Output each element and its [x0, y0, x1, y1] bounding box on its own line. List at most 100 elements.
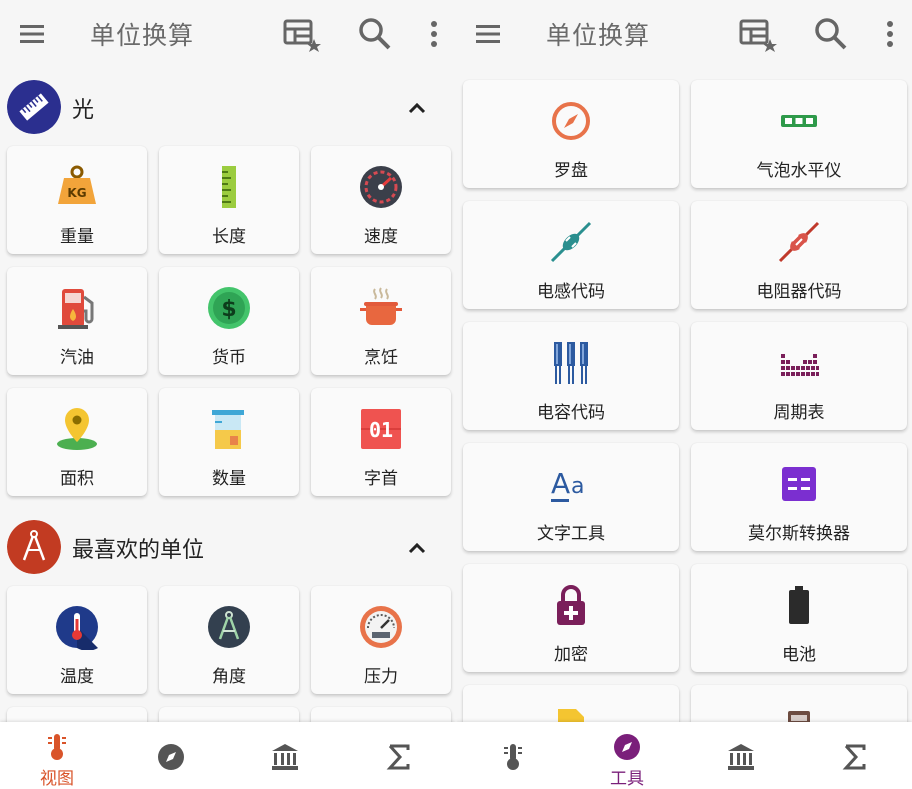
search-icon[interactable]: [813, 16, 849, 52]
tool-tile-morse[interactable]: 莫尔斯转换器: [691, 443, 907, 551]
tile-label: 货币: [212, 348, 246, 368]
tile-label: 电感代码: [537, 282, 605, 302]
unit-tile-angle[interactable]: 角度: [159, 586, 299, 694]
fuel-pump-icon: [58, 289, 94, 329]
tool-tile-compass[interactable]: 罗盘: [463, 80, 679, 188]
nav-item-bank[interactable]: [228, 722, 342, 789]
nav-item-view[interactable]: 视图: [0, 722, 114, 789]
svg-text:$: $: [221, 297, 236, 322]
search-icon[interactable]: [357, 16, 393, 52]
ruler-icon: [222, 166, 236, 208]
bottom-navigation: 视图: [0, 722, 456, 789]
bank-nav-icon: [728, 744, 754, 770]
unit-tile-quantity[interactable]: 数量: [159, 388, 299, 496]
tile-label: 文字工具: [537, 524, 605, 544]
tool-tile-inductor[interactable]: 电感代码: [463, 201, 679, 309]
tile-label: 数量: [212, 469, 246, 489]
chevron-up-icon[interactable]: [405, 96, 429, 120]
unit-tile-cooking[interactable]: 烹饪: [311, 267, 451, 375]
morse-icon: [782, 467, 816, 501]
thermometer-nav-icon: [504, 744, 522, 770]
nav-item-tools[interactable]: 工具: [570, 722, 684, 789]
section-header-light[interactable]: 光: [0, 80, 456, 136]
left-screen: 单位换算 光 KG 重量 长度 速度 汽油 $ 货币 烹饪 面积 数量 01 字…: [0, 0, 456, 789]
tool-tile-bubble-level[interactable]: 气泡水平仪: [691, 80, 907, 188]
menu-icon[interactable]: [474, 20, 502, 48]
unit-tile-fuel[interactable]: 汽油: [7, 267, 147, 375]
unit-tile-currency[interactable]: $ 货币: [159, 267, 299, 375]
tile-label: 速度: [364, 227, 398, 247]
tile-label: 气泡水平仪: [756, 161, 842, 181]
compass-nav-icon: [158, 744, 184, 770]
nav-item-sigma[interactable]: [798, 722, 912, 789]
inductor-icon: [550, 221, 592, 263]
nav-item-tools[interactable]: [114, 722, 228, 789]
tile-label: 面积: [60, 469, 94, 489]
ruler-badge-icon: [7, 80, 61, 134]
nav-item-view[interactable]: [456, 722, 570, 789]
periodic-table-icon: [781, 354, 819, 376]
tool-tile-encryption[interactable]: 加密: [463, 564, 679, 672]
tile-label: 压力: [364, 667, 398, 687]
bubble-level-icon: [781, 115, 817, 127]
compass-nav-icon: [614, 734, 640, 760]
battery-icon: [789, 586, 809, 624]
tool-tile-battery[interactable]: 电池: [691, 564, 907, 672]
more-options-icon[interactable]: [880, 18, 900, 50]
pressure-gauge-icon: [360, 606, 402, 648]
svg-text:A: A: [551, 467, 570, 500]
chevron-up-icon[interactable]: [405, 536, 429, 560]
compass-icon: [552, 102, 590, 140]
tool-tile-resistor[interactable]: 电阻器代码: [691, 201, 907, 309]
nav-item-sigma[interactable]: [342, 722, 456, 789]
tile-label: 电阻器代码: [756, 282, 842, 302]
cooking-pot-icon: [360, 287, 402, 325]
tile-label: 字首: [364, 469, 398, 489]
nav-item-bank[interactable]: [684, 722, 798, 789]
tile-label: 罗盘: [554, 161, 588, 181]
app-bar: 单位换算: [456, 0, 912, 68]
resistor-icon: [778, 221, 820, 263]
favorites-grid-icon[interactable]: [738, 17, 778, 53]
unit-tile-weight[interactable]: KG 重量: [7, 146, 147, 254]
section-title: 最喜欢的单位: [72, 538, 205, 563]
unit-tile-prefix[interactable]: 01 字首: [311, 388, 451, 496]
unit-tile-temperature[interactable]: 温度: [7, 586, 147, 694]
section-header-favorites[interactable]: 最喜欢的单位: [0, 520, 456, 576]
compass-drafting-icon: [208, 606, 250, 648]
tool-tile-text-tools[interactable]: A a 文字工具: [463, 443, 679, 551]
tile-label: 长度: [212, 227, 246, 247]
bottom-navigation: 工具: [456, 722, 912, 789]
section-title: 光: [72, 98, 95, 123]
tile-label: 汽油: [60, 348, 94, 368]
tile-label: 烹饪: [364, 348, 398, 368]
sigma-nav-icon: [842, 744, 866, 770]
weight-icon: KG: [58, 165, 96, 204]
drafting-compass-badge-icon: [7, 520, 61, 574]
sigma-nav-icon: [386, 744, 410, 770]
nav-label: 视图: [40, 769, 74, 789]
tool-tile-periodic-table[interactable]: 周期表: [691, 322, 907, 430]
menu-icon[interactable]: [18, 20, 46, 48]
tile-label: 周期表: [773, 403, 825, 423]
unit-tile-speed[interactable]: 速度: [311, 146, 451, 254]
tile-label: 加密: [554, 645, 588, 665]
tile-label: 温度: [60, 667, 94, 687]
app-bar: 单位换算: [0, 0, 456, 68]
tile-label: 莫尔斯转换器: [748, 524, 850, 544]
app-title: 单位换算: [546, 21, 651, 50]
thermometer-icon: [56, 606, 98, 650]
capacitor-icon: [554, 342, 588, 384]
unit-tile-area[interactable]: 面积: [7, 388, 147, 496]
favorites-grid-icon[interactable]: [282, 17, 322, 53]
currency-icon: $: [208, 287, 250, 329]
nav-label: 工具: [610, 769, 644, 789]
text-tool-icon: A a: [551, 467, 584, 502]
more-options-icon[interactable]: [424, 18, 444, 50]
right-screen: 单位换算 罗盘 气泡水平仪 电感代码 电阻器代码 电容代码 周期表 A a 文字…: [456, 0, 912, 789]
unit-tile-pressure[interactable]: 压力: [311, 586, 451, 694]
prefix-icon: 01: [361, 409, 401, 449]
tool-tile-capacitor[interactable]: 电容代码: [463, 322, 679, 430]
unit-tile-length[interactable]: 长度: [159, 146, 299, 254]
map-pin-icon: [57, 408, 97, 450]
